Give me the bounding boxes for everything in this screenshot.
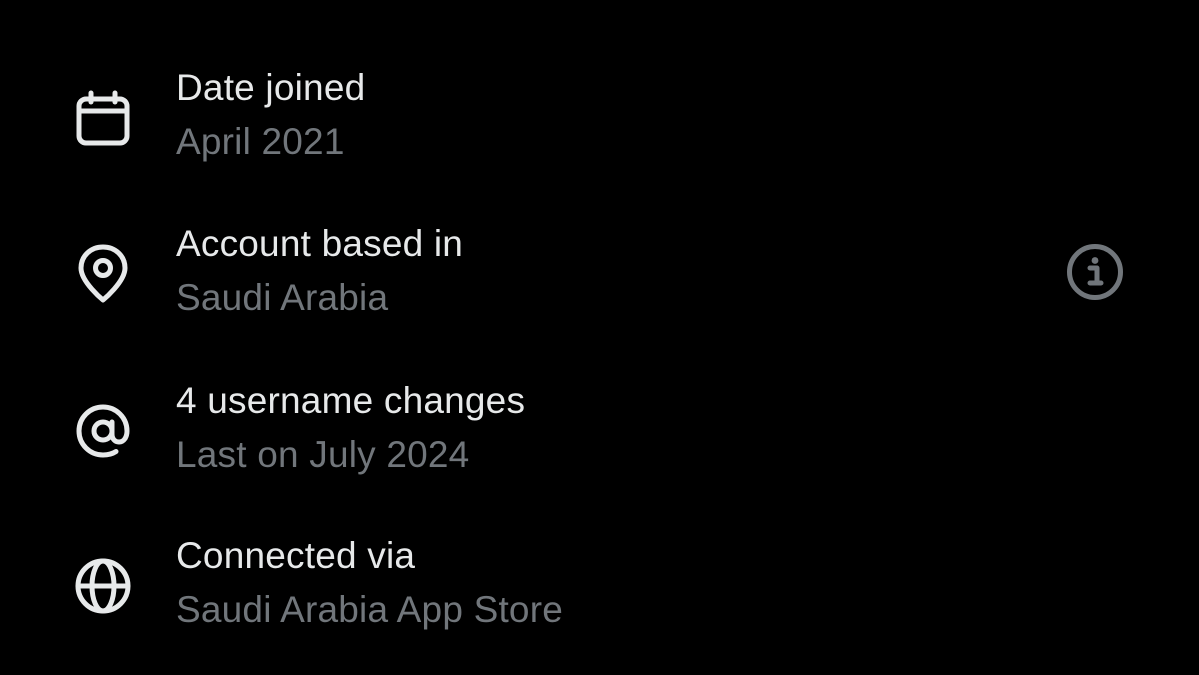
row-text-group: Date joined April 2021 [176,66,365,164]
globe-icon [73,556,133,616]
row-text-group: 4 username changes Last on July 2024 [176,379,525,477]
row-subtitle: April 2021 [176,121,345,162]
row-subtitle: Last on July 2024 [176,434,470,475]
account-info-row-username-changes: 4 username changes Last on July 2024 [0,379,1199,489]
row-subtitle: Saudi Arabia App Store [176,589,564,630]
row-title: Connected via [176,535,416,576]
account-info-row-account-based-in: Account based in Saudi Arabia [0,222,1199,332]
account-info-row-connected-via: Connected via Saudi Arabia App Store [0,534,1199,644]
calendar-icon [73,90,133,150]
row-subtitle: Saudi Arabia [176,277,389,318]
row-text-group: Account based in Saudi Arabia [176,222,463,320]
row-title: Account based in [176,223,464,264]
account-info-row-date-joined: Date joined April 2021 [0,66,1199,176]
info-icon[interactable] [1066,243,1124,301]
row-title: Date joined [176,67,366,108]
at-sign-icon [73,401,133,461]
location-pin-icon [73,244,133,304]
account-info-panel: Date joined April 2021 Account based in … [0,0,1199,675]
row-title: 4 username changes [176,380,526,421]
row-text-group: Connected via Saudi Arabia App Store [176,534,563,632]
